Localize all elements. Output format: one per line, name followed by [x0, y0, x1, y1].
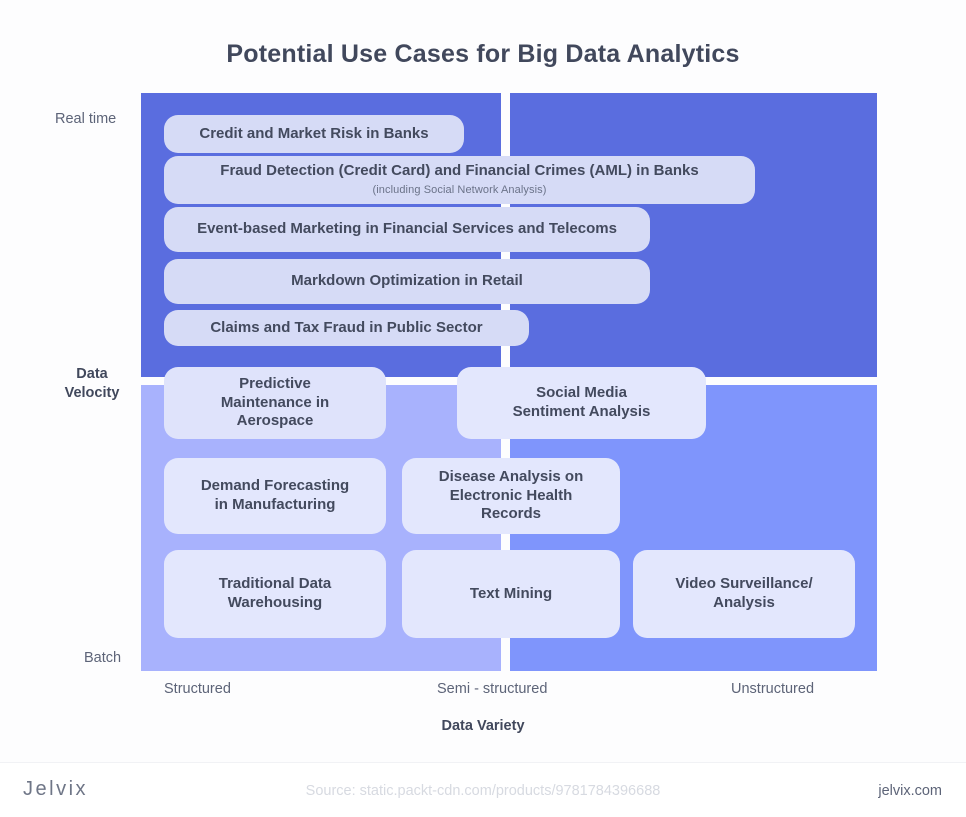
- y-axis-title-line-2: Velocity: [64, 384, 120, 401]
- node-label-line-1: Traditional Data: [218, 575, 332, 593]
- y-axis-title: Data Velocity: [47, 365, 137, 403]
- page-title: Potential Use Cases for Big Data Analyti…: [226, 40, 740, 68]
- node-label-line-2: Sentiment Analysis: [512, 403, 651, 420]
- x-axis-tick-unstructured: Unstructured: [731, 681, 815, 697]
- y-axis-tick-real-time: Real time: [55, 111, 117, 127]
- x-axis-title: Data Variety: [441, 718, 525, 734]
- node-label-line-2: in Manufacturing: [214, 496, 336, 513]
- node-label-line-2: Electronic Health: [449, 486, 573, 504]
- node-label-line-1: Video Surveillance/: [675, 575, 813, 593]
- node-disease-analysis[interactable]: Disease Analysis on Electronic Health Re…: [402, 458, 620, 534]
- y-axis-title-line-1: Data: [76, 366, 108, 382]
- node-label: Markdown Optimization in Retail: [291, 272, 523, 290]
- node-markdown-optimization[interactable]: Markdown Optimization in Retail: [164, 259, 650, 304]
- chart-plot-area: Credit and Market Risk in Banks Fraud De…: [141, 93, 877, 671]
- node-predictive-maintenance[interactable]: Predictive Maintenance in Aerospace: [164, 367, 386, 439]
- node-label-line-1: Demand Forecasting: [200, 477, 350, 495]
- website-url[interactable]: jelvix.com: [878, 783, 942, 799]
- x-axis-tick-semi-structured: Semi - structured: [437, 681, 548, 697]
- node-fraud-detection[interactable]: Fraud Detection (Credit Card) and Financ…: [164, 156, 755, 204]
- node-label-line-1: Disease Analysis on: [438, 467, 584, 485]
- node-label: Fraud Detection (Credit Card) and Financ…: [220, 162, 699, 180]
- node-text-mining[interactable]: Text Mining: [402, 550, 620, 638]
- node-social-media-sentiment[interactable]: Social Media Sentiment Analysis: [457, 367, 706, 439]
- infographic-page: Potential Use Cases for Big Data Analyti…: [0, 0, 966, 817]
- node-label-line-1: Predictive: [239, 374, 311, 392]
- node-traditional-data-warehousing[interactable]: Traditional Data Warehousing: [164, 550, 386, 638]
- y-axis-tick-batch: Batch: [84, 650, 122, 666]
- node-label: Event-based Marketing in Financial Servi…: [197, 220, 617, 238]
- source-attribution: Source: static.packt-cdn.com/products/97…: [305, 783, 661, 799]
- node-event-based-marketing[interactable]: Event-based Marketing in Financial Servi…: [164, 207, 650, 252]
- node-label-line-2: Analysis: [713, 594, 775, 611]
- node-label-line-2: Maintenance in: [220, 393, 330, 411]
- node-claims-tax-fraud[interactable]: Claims and Tax Fraud in Public Sector: [164, 310, 529, 346]
- node-label-line-1: Social Media: [536, 384, 627, 402]
- node-label: Credit and Market Risk in Banks: [199, 124, 429, 142]
- x-axis-tick-structured: Structured: [164, 681, 231, 697]
- footer-bar: Jelvix Source: static.packt-cdn.com/prod…: [0, 762, 966, 817]
- node-credit-market-risk[interactable]: Credit and Market Risk in Banks: [164, 115, 464, 153]
- node-sublabel: (including Social Network Analysis): [372, 184, 547, 196]
- node-label: Text Mining: [469, 584, 553, 602]
- node-label-line-3: Aerospace: [236, 412, 314, 430]
- node-video-surveillance[interactable]: Video Surveillance/ Analysis: [633, 550, 855, 638]
- node-label-line-2: Warehousing: [227, 594, 323, 611]
- node-demand-forecasting[interactable]: Demand Forecasting in Manufacturing: [164, 458, 386, 534]
- node-label: Claims and Tax Fraud in Public Sector: [210, 318, 483, 336]
- node-label-line-3: Records: [480, 505, 542, 523]
